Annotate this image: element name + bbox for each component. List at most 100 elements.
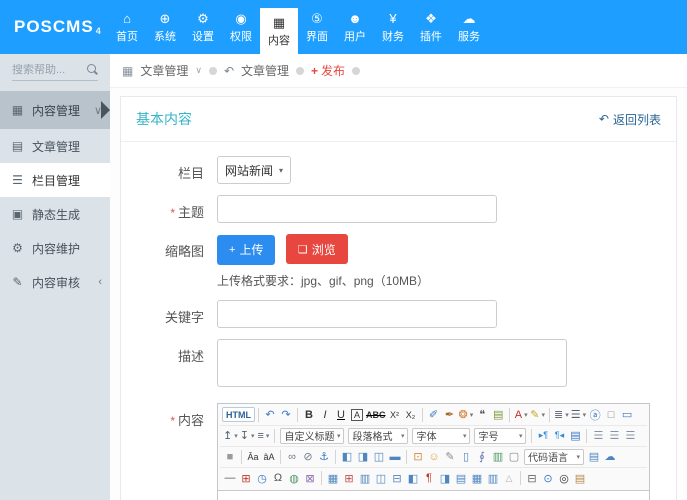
breadcrumb-publish-tab[interactable]: + 发布 (311, 62, 345, 79)
time-icon[interactable]: ◷ (254, 469, 270, 487)
print-icon[interactable]: ⊟ (524, 469, 540, 487)
paragraph-spacing-top-icon[interactable]: ↥▾ (222, 427, 239, 445)
nav-item[interactable]: ◉ 权限 (222, 0, 260, 54)
special-char-icon[interactable]: Ω (270, 469, 286, 487)
sidebar-menu-item[interactable]: ✎ 内容审核 ‹ (0, 265, 110, 299)
paste-filter-icon[interactable]: ▤ (490, 406, 506, 424)
rtl-icon[interactable]: ¶◂ (551, 427, 567, 445)
undo-icon[interactable]: ↶ (262, 406, 278, 424)
ordered-list-icon[interactable]: ≣▾ (553, 406, 570, 424)
subscript-icon[interactable]: X₂ (403, 406, 419, 424)
insert-row-icon[interactable]: ⊟ (389, 469, 405, 487)
ltr-icon[interactable]: ▸¶ (535, 427, 551, 445)
table-text-icon[interactable]: ▥ (357, 469, 373, 487)
search-input[interactable] (12, 64, 87, 76)
breadcrumb-current-tab[interactable]: 文章管理 (241, 62, 289, 79)
merge-cells-icon[interactable]: ◫ (373, 469, 389, 487)
table-sort-icon[interactable]: ▦ (469, 469, 485, 487)
search-icon[interactable] (87, 64, 98, 76)
fullscreen-icon[interactable]: ▭ (619, 406, 635, 424)
autotypeset-icon[interactable]: A (349, 406, 365, 424)
to-lowercase-icon[interactable]: âA (261, 448, 277, 466)
font-color-icon[interactable]: A▾ (513, 406, 529, 424)
link-icon[interactable]: ∞ (284, 448, 300, 466)
image-right-icon[interactable]: ◨ (355, 448, 371, 466)
description-textarea[interactable] (217, 339, 567, 387)
logo[interactable]: POSCMS4 (0, 0, 108, 54)
insert-code-icon[interactable]: ▤ (586, 448, 602, 466)
insert-col-icon[interactable]: ◧ (405, 469, 421, 487)
highlight-color-icon[interactable]: ✎▾ (529, 406, 546, 424)
strikethrough-icon[interactable]: ABC (365, 406, 387, 424)
code-language-select[interactable]: 代码语言▾ (524, 449, 584, 465)
superscript-icon[interactable]: X² (387, 406, 403, 424)
redo-icon[interactable]: ↷ (278, 406, 294, 424)
nav-item[interactable]: ▦ 内容 (260, 8, 298, 54)
preview-icon[interactable]: ⊙ (540, 469, 556, 487)
image-float-none-icon[interactable]: ■ (222, 448, 238, 466)
breadcrumb-section[interactable]: 文章管理 (140, 62, 188, 79)
blockquote-icon[interactable]: ❝ (474, 406, 490, 424)
to-uppercase-icon[interactable]: Âa (245, 448, 261, 466)
horizontal-rule-icon[interactable]: — (222, 469, 238, 487)
underline-icon[interactable]: U (333, 406, 349, 424)
scrawl-icon[interactable]: ✎ (442, 448, 458, 466)
date-icon[interactable]: ⊞ (238, 469, 254, 487)
bold-icon[interactable]: B (301, 406, 317, 424)
dot-indicator[interactable] (352, 67, 360, 75)
align-right-icon[interactable]: ☰ (622, 427, 638, 445)
collapse-toolbar-icon[interactable]: △ (501, 469, 517, 487)
insert-table-icon[interactable]: ▦ (325, 469, 341, 487)
sidebar-menu-item[interactable]: ▦ 内容管理 ∨ (0, 91, 110, 129)
split-cell-icon[interactable]: ◨ (437, 469, 453, 487)
emotion-icon[interactable]: ☺ (426, 448, 442, 466)
insert-video-icon[interactable]: ▯ (458, 448, 474, 466)
line-height-icon[interactable]: ≡▾ (255, 427, 271, 445)
image-center-icon[interactable]: ▬ (387, 448, 403, 466)
unlink-icon[interactable]: ⊘ (300, 448, 316, 466)
nav-item[interactable]: ⚙ 设置 (184, 0, 222, 54)
upload-button[interactable]: + 上传 (217, 235, 275, 265)
new-doc-icon[interactable]: □ (603, 406, 619, 424)
sidebar-menu-item[interactable]: ▣ 静态生成 (0, 197, 110, 231)
category-select[interactable]: 网站新闻 ▾ (217, 156, 291, 184)
paragraph-spacing-bottom-icon[interactable]: ↧▾ (239, 427, 256, 445)
insert-image-icon[interactable]: ⊡ (410, 448, 426, 466)
table-header-icon[interactable]: ▤ (453, 469, 469, 487)
sidebar-menu-item[interactable]: ☰ 栏目管理 (0, 163, 110, 197)
source-code-button[interactable]: HTML (222, 407, 255, 422)
table-settings-icon[interactable]: ⊞ (341, 469, 357, 487)
anchor-word-icon[interactable]: ⓐ (587, 406, 603, 424)
font-family-select[interactable]: 字体▾ (412, 428, 470, 444)
template-icon[interactable]: ▢ (506, 448, 522, 466)
back-to-list-link[interactable]: ↶ 返回列表 (599, 111, 661, 128)
table-border-icon[interactable]: ▥ (485, 469, 501, 487)
nav-item[interactable]: ¥ 财务 (374, 0, 412, 54)
nav-item[interactable]: ⊕ 系统 (146, 0, 184, 54)
align-center-icon[interactable]: ☰ (606, 427, 622, 445)
font-size-select[interactable]: 字号▾ (474, 428, 526, 444)
map-icon[interactable]: ◍ (286, 469, 302, 487)
keywords-input[interactable] (217, 300, 497, 328)
anchor-icon[interactable]: ⚓ (316, 448, 332, 466)
nav-item[interactable]: ❖ 插件 (412, 0, 450, 54)
italic-icon[interactable]: I (317, 406, 333, 424)
nav-item[interactable]: ⌂ 首页 (108, 0, 146, 54)
paste-icon[interactable]: ▤ (572, 469, 588, 487)
insert-iframe-icon[interactable]: ▥ (490, 448, 506, 466)
palette-icon[interactable]: ❂▾ (458, 406, 475, 424)
eraser-icon[interactable]: ✒ (442, 406, 458, 424)
unordered-list-icon[interactable]: ☰▾ (570, 406, 587, 424)
formula-icon[interactable]: ⊠ (302, 469, 318, 487)
sidebar-menu-item[interactable]: ⚙ 内容维护 (0, 231, 110, 265)
format-brush-icon[interactable]: ✐ (426, 406, 442, 424)
subject-input[interactable] (217, 195, 497, 223)
image-inline-icon[interactable]: ◫ (371, 448, 387, 466)
dot-indicator[interactable] (296, 67, 304, 75)
custom-title-select[interactable]: 自定义标题▾ (280, 428, 344, 444)
nav-item[interactable]: ☻ 用户 (336, 0, 374, 54)
editor-content-area[interactable] (218, 491, 649, 500)
sidebar-menu-item[interactable]: ▤ 文章管理 (0, 129, 110, 163)
caret-down-icon[interactable]: ∨ (195, 65, 202, 76)
nav-item[interactable]: ⑤ 界面 (298, 0, 336, 54)
